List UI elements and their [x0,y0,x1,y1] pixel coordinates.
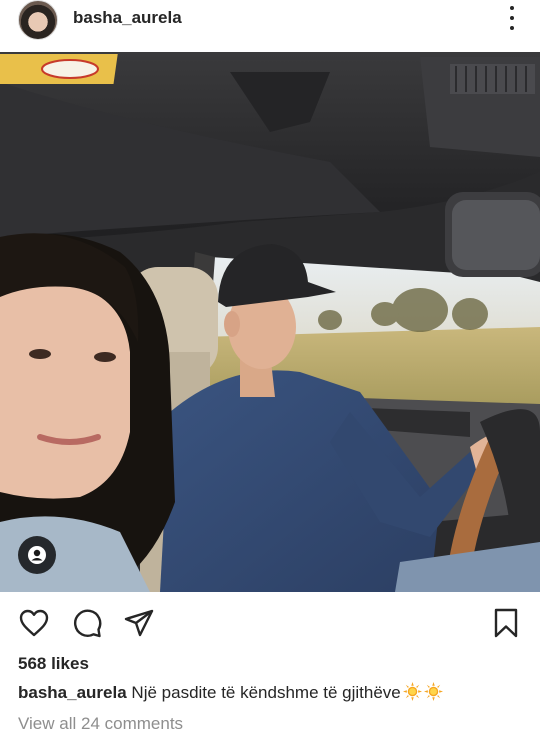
user-tag-icon [28,546,46,564]
send-icon [124,609,154,637]
more-options-button[interactable] [508,6,516,30]
sun-emoji-icon [402,682,422,701]
like-button[interactable] [17,606,51,640]
caption-username[interactable]: basha_aurela [18,683,127,702]
post-header: basha_aurela [0,0,540,52]
more-vertical-icon [510,6,514,10]
heart-icon [19,609,49,637]
view-comments-link[interactable]: View all 24 comments [18,714,183,734]
comment-icon [73,609,102,638]
save-button[interactable] [489,606,523,640]
post-photo[interactable] [0,52,540,592]
comment-button[interactable] [70,606,104,640]
post-username[interactable]: basha_aurela [73,8,182,28]
likes-count[interactable]: 568 likes [18,654,89,674]
sun-emoji-icon [423,682,443,701]
avatar[interactable] [18,0,58,40]
share-button[interactable] [122,606,156,640]
caption-text: Një pasdite të këndshme të gjithëve [131,683,401,702]
post-actions-bar [0,600,540,646]
post-caption: basha_aurela Një pasdite të këndshme të … [18,682,443,703]
tagged-users-button[interactable] [18,536,56,574]
bookmark-icon [494,608,518,638]
car-selfie-image [0,52,540,592]
